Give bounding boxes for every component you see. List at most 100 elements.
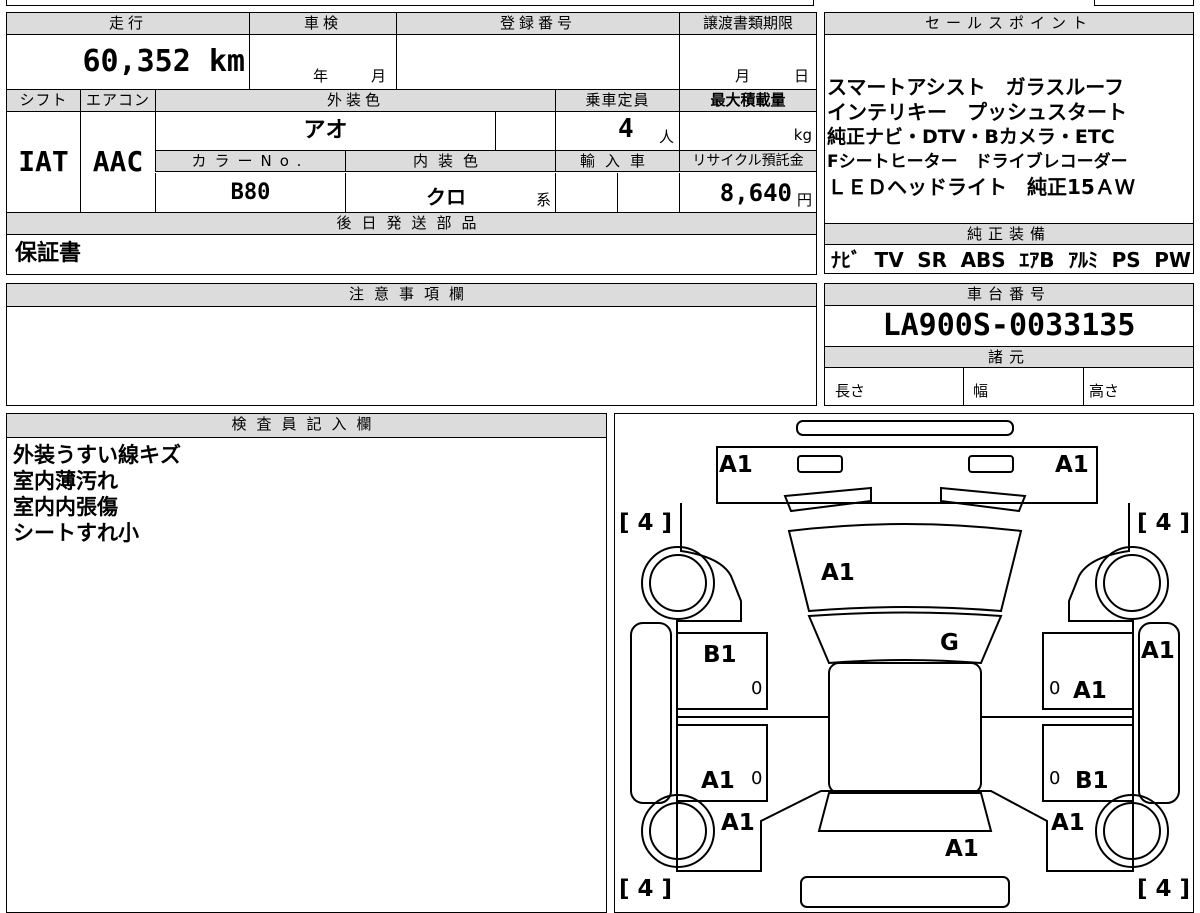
transfer-deadline-label: 譲渡書類期限 [679,13,816,35]
zero-mark: 0 [1049,768,1061,789]
equipment-item: ABS [960,248,1006,272]
mark-rear: A1 [945,836,979,862]
equipment-label: 純正装備 [825,223,1193,245]
tire-mark-rear-left: [ 4 ] [619,876,673,902]
mark-front-left: A1 [719,452,753,478]
inspector-note-line: 外装うすい線キズ [13,443,181,467]
import-cell-b [617,173,679,212]
equipment-item: TV [874,248,904,272]
mark-left-fender: B1 [703,642,737,668]
equipment-item: ｱﾙﾐ [1068,248,1099,272]
zero-mark: 0 [1049,678,1061,699]
mark-right-rear-qtr: A1 [1051,810,1085,836]
diagram-labels: [ 4 ] [ 4 ] [ 4 ] [ 4 ] A1 A1 A1 G B1 A1… [615,414,1193,912]
color-no-label: カラーNo. [155,151,345,172]
capacity-unit: 人 [659,128,675,146]
tire-mark-rear-right: [ 4 ] [1137,876,1191,902]
top-stub-strip [6,0,814,6]
mark-right-rear-door: B1 [1075,768,1109,794]
exterior-color-value: アオ [155,112,495,150]
max-load-unit: kg [793,126,812,144]
chassis-number: LA900S-0033135 [882,308,1136,343]
equipment-item: PW [1154,248,1191,272]
length-label: 長さ [835,382,866,400]
transfer-value-cell: 月 日 [679,35,816,89]
aircon-value: AAC [80,112,155,212]
max-load-value-cell: kg [679,112,816,150]
chassis-label: 車台番号 [825,284,1193,306]
equipment-item: SR [917,248,948,272]
equipment-item: ｴｱB [1019,248,1055,272]
capacity-label: 乗車定員 [555,90,679,112]
top-stub-right [1094,0,1194,6]
recycle-value-cell: 8,640 円 [679,173,816,212]
equipment-list: ﾅﾋﾞ TV SR ABS ｴｱB ｱﾙﾐ PS PW [831,247,1191,273]
tire-mark-front-left: [ 4 ] [619,510,673,536]
inspector-note-line: シートすれ小 [13,521,139,545]
shift-value: IAT [18,145,69,178]
interior-color-value: クロ [426,185,466,209]
inspector-notes: 外装うすい線キズ 室内薄汚れ 室内内張傷 シートすれ小 [13,442,181,546]
inspector-box: 検査員記入欄 外装うすい線キズ 室内薄汚れ 室内内張傷 シートすれ小 [6,413,607,913]
height-label: 高さ [1089,382,1120,400]
import-label: 輸入車 [555,151,679,172]
width-label: 幅 [973,382,989,400]
equipment-item: ﾅﾋﾞ [831,248,861,272]
mark-front-right: A1 [1055,452,1089,478]
recycle-label: リサイクル預託金 [679,151,816,172]
capacity-value-cell: 4 人 [555,112,679,150]
inspector-note-line: 室内内張傷 [13,495,118,519]
recycle-fee-value: 8,640 [719,179,792,207]
sales-points-box: セールスポイント スマートアシスト ガラスルーフ インテリキー プッシュスタート… [824,12,1194,274]
interior-color-suffix: 系 [535,191,551,209]
sales-point-line: ＬＥＤヘッドライト 純正15ＡＷ [827,175,1135,199]
interior-color-cell: クロ 系 [345,173,555,212]
inspection-value-cell: 年 月 [249,35,396,89]
interior-color-label: 内装色 [345,151,555,172]
vehicle-info-box: 走行 車検 登録番号 譲渡書類期限 60,352 km 年 月 月 日 シフト … [6,12,817,275]
sales-point-line: 純正ナビ・DTV・Bカメラ・ETC [827,126,1115,148]
mark-right-fender: A1 [1141,638,1175,664]
mark-hood: A1 [821,560,855,586]
recycle-unit: 円 [796,191,812,209]
sales-points-list: スマートアシスト ガラスルーフ インテリキー プッシュスタート 純正ナビ・DTV… [827,75,1193,200]
sales-point-line: インテリキー プッシュスタート [827,100,1127,124]
inspection-label: 車検 [249,13,396,35]
later-parts-label: 後日発送部品 [7,213,816,235]
color-no-value: B80 [155,173,345,212]
sales-point-line: Fシートヒーター ドライブレコーダー [827,152,1128,172]
exterior-color-label: 外装色 [155,90,555,112]
mileage-label: 走行 [7,13,249,35]
zero-mark: 0 [751,768,763,789]
mark-left-rear-qtr: A1 [721,810,755,836]
exterior-color-extra [495,112,555,150]
inspection-year-unit: 年 [313,67,329,85]
transfer-month-unit: 月 [735,67,751,85]
car-diagram-box: [ 4 ] [ 4 ] [ 4 ] [ 4 ] A1 A1 A1 G B1 A1… [614,413,1194,913]
aircon-label: エアコン [80,90,155,112]
notes-box: 注意事項欄 [6,283,817,406]
mark-roof: G [940,630,959,656]
capacity-value: 4 [618,114,634,144]
mark-right-front-door: A1 [1073,678,1107,704]
max-load-label: 最大積載量 [679,90,816,112]
import-cell-a [555,173,617,212]
registration-label: 登録番号 [396,13,679,35]
transfer-day-unit: 日 [794,67,810,85]
sales-point-line: スマートアシスト ガラスルーフ [827,75,1124,99]
mileage-value: 60,352 km [82,44,245,79]
tire-mark-front-right: [ 4 ] [1137,510,1191,536]
shift-label: シフト [7,90,80,112]
registration-value-cell [396,35,679,89]
specs-label: 諸元 [825,346,1193,368]
later-parts-value: 保証書 [15,241,82,266]
notes-label: 注意事項欄 [7,284,816,307]
chassis-box: 車台番号 LA900S-0033135 諸元 長さ 幅 高さ [824,283,1194,406]
mark-left-rear-door: A1 [701,768,735,794]
zero-mark: 0 [751,678,763,699]
inspector-label: 検査員記入欄 [7,414,606,438]
inspector-note-line: 室内薄汚れ [13,469,118,493]
equipment-item: PS [1111,248,1141,272]
inspection-month-unit: 月 [371,67,387,85]
sales-points-label: セールスポイント [825,13,1193,35]
